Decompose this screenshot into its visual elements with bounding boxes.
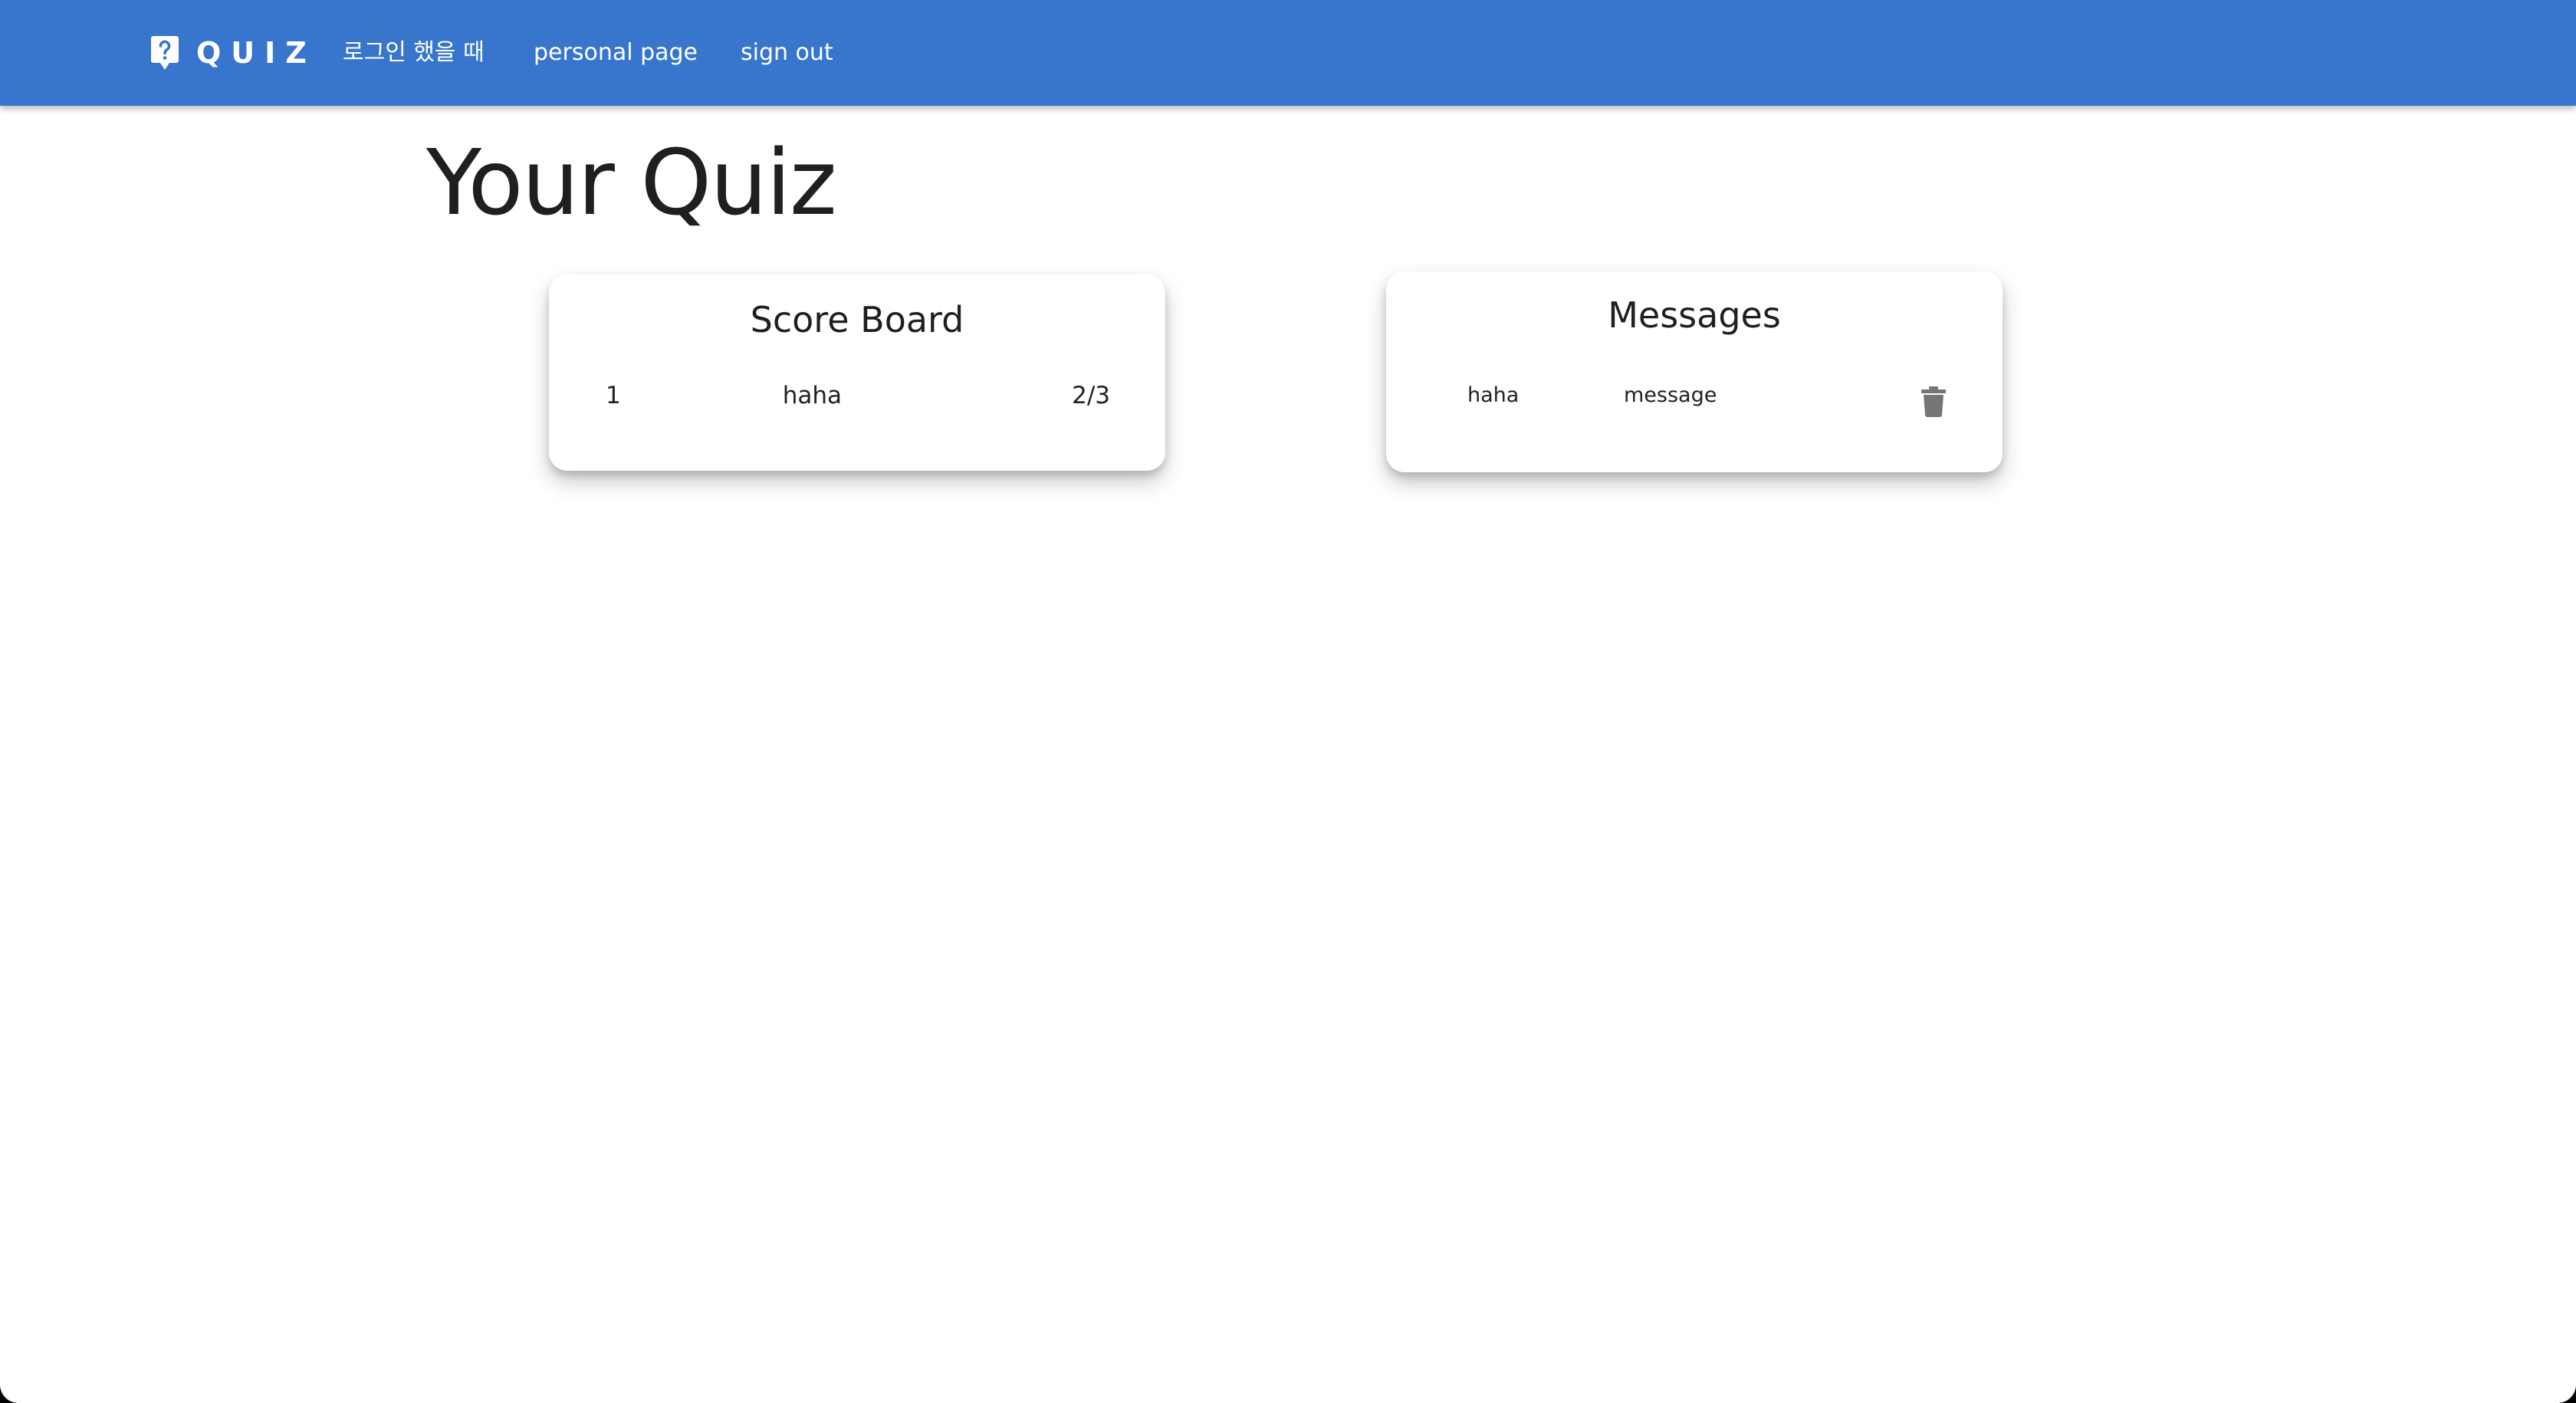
score-board-card: Score Board 1 haha 2/3: [549, 274, 1165, 471]
message-text: message: [1624, 383, 1717, 407]
brand-title: QUIZ: [196, 36, 317, 70]
score-name: haha: [782, 382, 842, 409]
brand-logo[interactable]: QUIZ: [150, 34, 317, 72]
nav-link-login-status[interactable]: 로그인 했을 때: [343, 34, 485, 72]
score-board-title: Score Board: [750, 299, 964, 340]
delete-message-button[interactable]: [1911, 379, 1957, 425]
app-bar: QUIZ 로그인 했을 때 personal page sign out: [0, 0, 2576, 106]
nav-link-personal-page[interactable]: personal page: [534, 34, 698, 72]
message-sender: haha: [1467, 383, 1520, 407]
page-title: Your Quiz: [426, 130, 837, 235]
question-bubble-icon: [151, 36, 179, 70]
messages-card: Messages haha message: [1386, 271, 2003, 472]
nav-link-sign-out[interactable]: sign out: [741, 34, 833, 72]
score-value: 2/3: [1072, 382, 1110, 409]
messages-title: Messages: [1608, 294, 1781, 336]
trash-icon: [1921, 386, 1946, 417]
app-window: QUIZ 로그인 했을 때 personal page sign out You…: [0, 0, 2576, 1403]
